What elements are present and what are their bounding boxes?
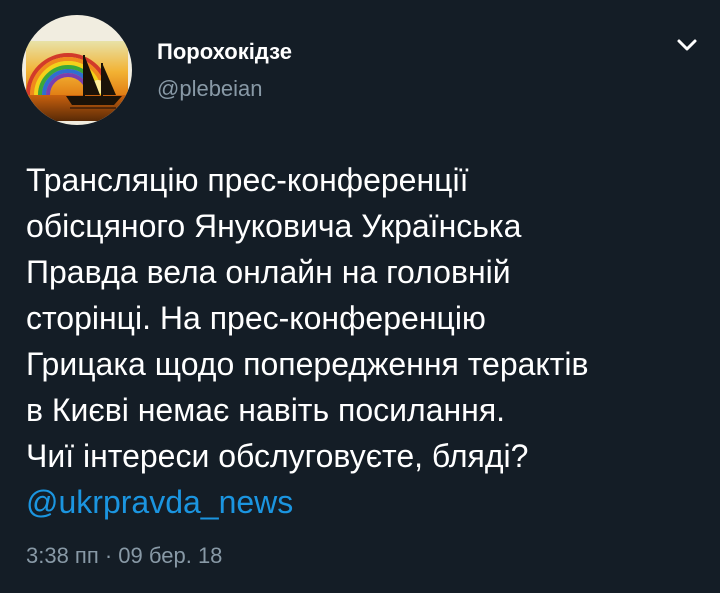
tweet-text-line: Грицака щодо попередження терактів xyxy=(26,346,589,382)
tweet-card: Порохокідзе @plebeian Трансляцію прес-ко… xyxy=(0,0,720,593)
tweet-text-line: в Києві немає навіть посилання. xyxy=(26,392,506,428)
tweet-text-line: Правда вела онлайн на головній xyxy=(26,254,511,290)
sailboat-sunset-rainbow-avatar-icon xyxy=(22,15,132,125)
tweet-menu-button[interactable] xyxy=(670,35,704,59)
tweet-text-line: Трансляцію прес-конференції xyxy=(26,162,469,198)
tweet-text-line: Чиї інтереси обслуговуєте, бляді? xyxy=(26,438,529,474)
tweet-timestamp[interactable]: 3:38 пп · 09 бер. 18 xyxy=(26,543,222,569)
mention-link[interactable]: @ukrpravda_news xyxy=(26,479,706,525)
avatar[interactable] xyxy=(22,15,132,125)
tweet-text-line: обісцяного Януковича Українська xyxy=(26,208,522,244)
tweet-text: Трансляцію прес-конференції обісцяного Я… xyxy=(26,157,706,525)
tweet-text-line: сторінці. На прес-конференцію xyxy=(26,300,486,336)
chevron-down-icon xyxy=(677,39,697,51)
author-handle[interactable]: @plebeian xyxy=(157,76,263,102)
author-display-name[interactable]: Порохокідзе xyxy=(157,39,292,65)
